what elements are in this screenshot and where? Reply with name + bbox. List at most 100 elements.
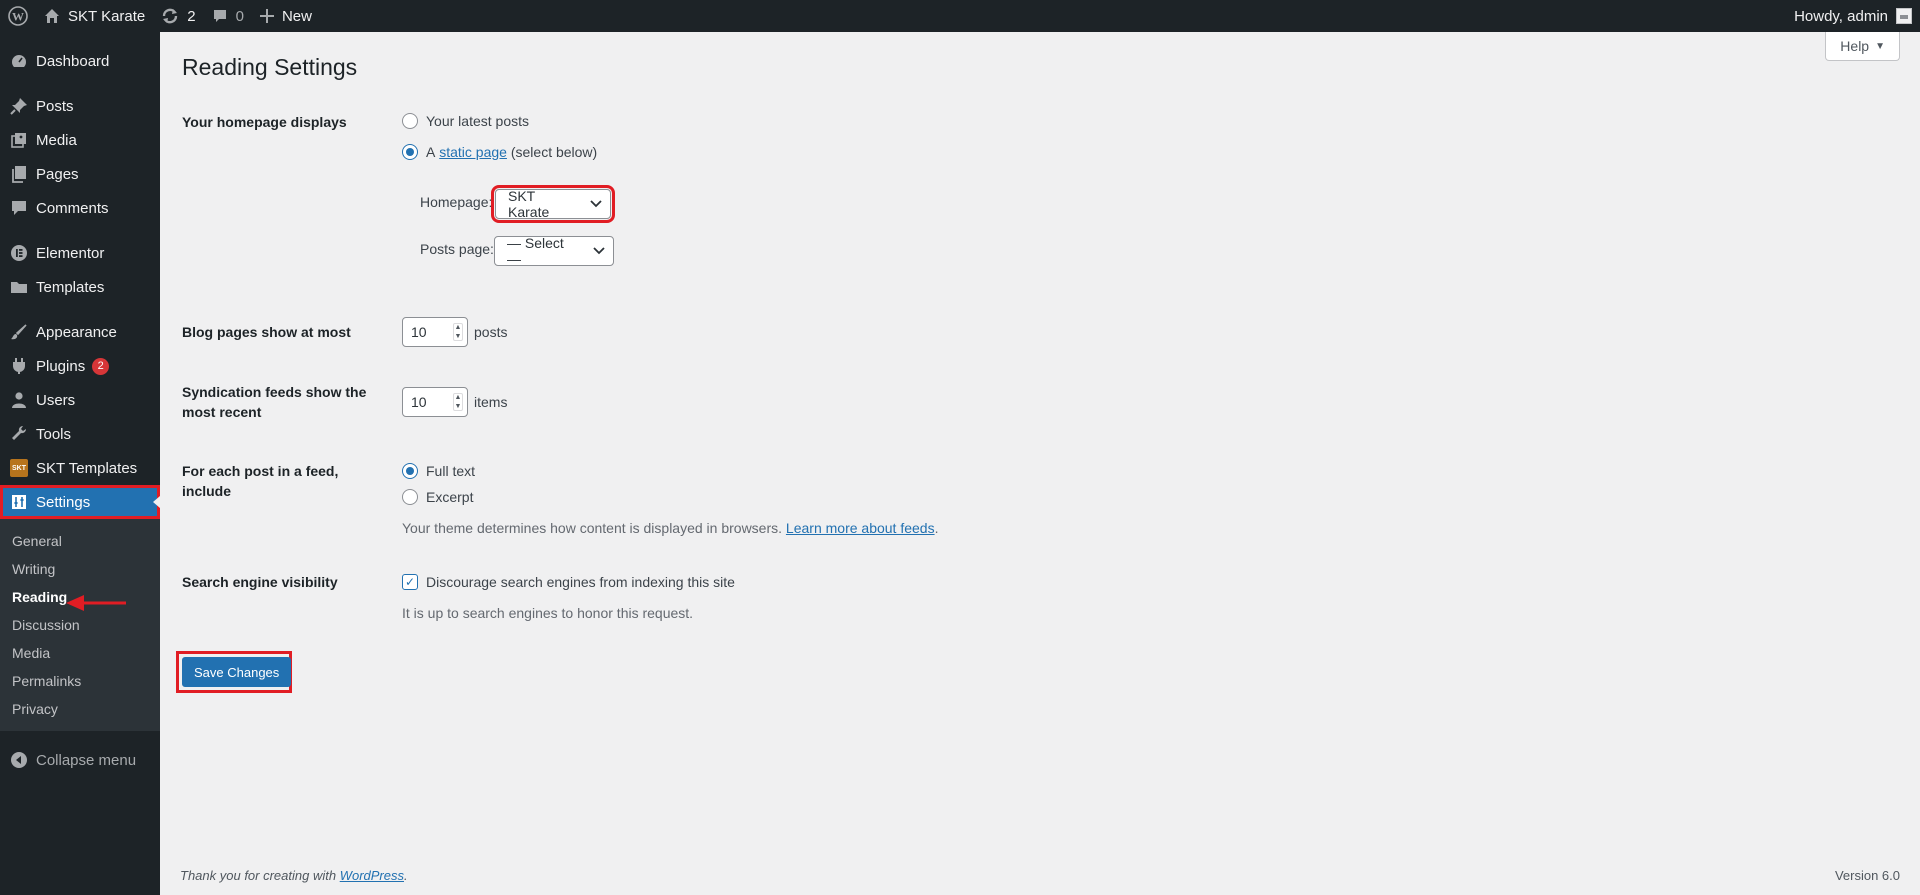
sidebar-item-posts[interactable]: Posts [0, 89, 160, 123]
footer-version: Version 6.0 [1834, 868, 1900, 883]
updates-count: 2 [187, 7, 196, 25]
submenu-writing[interactable]: Writing [0, 555, 160, 583]
option-static-page[interactable]: A static page (select below) [402, 144, 597, 160]
footer-thanks-text: Thank you for creating with [180, 868, 337, 883]
elementor-icon [9, 243, 29, 263]
homepage-select-label: Homepage: [420, 194, 493, 210]
radio-excerpt[interactable] [402, 489, 418, 505]
option-latest-posts-label: Your latest posts [426, 113, 529, 129]
sidebar-item-label: Templates [36, 278, 105, 296]
annotation-arrow [66, 595, 126, 611]
sidebar-item-label: Pages [36, 165, 79, 183]
sidebar-item-dashboard[interactable]: Dashboard [0, 44, 160, 78]
feed-description: Your theme determines how content is dis… [402, 520, 938, 536]
wrench-icon [9, 424, 29, 444]
sidebar-item-tools[interactable]: Tools [0, 417, 160, 451]
submenu-media[interactable]: Media [0, 639, 160, 667]
sidebar-item-users[interactable]: Users [0, 383, 160, 417]
dashboard-icon [9, 51, 29, 71]
chevron-down-icon [593, 247, 605, 255]
plugin-icon [9, 356, 29, 376]
user-icon [9, 390, 29, 410]
sidebar-item-elementor[interactable]: Elementor [0, 236, 160, 270]
settings-icon [9, 492, 29, 512]
spinner-icon[interactable]: ▲ ▼ [453, 323, 463, 341]
blog-pages-input[interactable]: 10 ▲ ▼ [402, 317, 468, 347]
sidebar-item-label: Settings [36, 493, 91, 511]
site-name: SKT Karate [68, 7, 146, 25]
submenu-general[interactable]: General [0, 527, 160, 555]
comment-icon [212, 8, 228, 24]
option-latest-posts[interactable]: Your latest posts [402, 113, 529, 129]
greeting: Howdy, admin [1794, 7, 1888, 25]
collapse-label: Collapse menu [36, 751, 137, 769]
sidebar-item-plugins[interactable]: Plugins 2 [0, 349, 160, 383]
submenu-permalinks[interactable]: Permalinks [0, 667, 160, 695]
sidebar-item-settings[interactable]: Settings [0, 485, 160, 519]
option-static-prefix: A [426, 144, 436, 160]
sidebar-item-label: Media [36, 131, 77, 149]
blog-pages-field: 10 ▲ ▼ posts [402, 317, 507, 347]
page-title: Reading Settings [182, 54, 358, 80]
sidebar-item-label: Tools [36, 425, 72, 443]
learn-more-feeds-link[interactable]: Learn more about feeds [786, 520, 935, 536]
sidebar-item-label: Users [36, 391, 76, 409]
new-label: New [281, 7, 312, 25]
sidebar-item-media[interactable]: Media [0, 123, 160, 157]
wordpress-link[interactable]: WordPress [340, 868, 404, 883]
sidebar-item-label: Plugins [36, 357, 86, 375]
static-page-link[interactable]: static page [439, 144, 507, 160]
updates-link[interactable]: 2 [153, 0, 203, 32]
submenu-discussion[interactable]: Discussion [0, 611, 160, 639]
discourage-search-checkbox[interactable]: ✓ [402, 574, 418, 590]
account-menu[interactable]: Howdy, admin [1786, 0, 1920, 32]
homepage-select[interactable]: SKT Karate [491, 185, 615, 223]
sidebar-item-comments[interactable]: Comments [0, 191, 160, 225]
sidebar-item-skt-templates[interactable]: SKT SKT Templates [0, 451, 160, 485]
option-excerpt-label: Excerpt [426, 489, 474, 505]
blog-pages-value: 10 [411, 324, 427, 340]
feed-description-text: Your theme determines how content is dis… [402, 520, 783, 536]
radio-static-page[interactable] [402, 144, 418, 160]
chevron-down-icon [590, 200, 602, 208]
option-excerpt[interactable]: Excerpt [402, 489, 473, 505]
sidebar-item-label: Dashboard [36, 52, 110, 70]
radio-latest-posts[interactable] [402, 113, 418, 129]
help-button[interactable]: Help ▼ [1825, 32, 1900, 61]
comments-count: 0 [235, 7, 244, 25]
sidebar-item-templates[interactable]: Templates [0, 270, 160, 304]
main-content: Help ▼ Reading Settings Your homepage di… [160, 32, 1920, 895]
blog-pages-unit: posts [474, 324, 508, 340]
comment-icon [9, 198, 29, 218]
sidebar-item-label: Comments [36, 199, 109, 217]
radio-full-text[interactable] [402, 463, 418, 479]
settings-submenu: General Writing Reading Discussion Media… [0, 519, 160, 731]
wordpress-logo-icon[interactable]: W [0, 0, 36, 32]
feed-description-end: . [934, 520, 939, 536]
syndication-value: 10 [411, 394, 427, 410]
option-full-text[interactable]: Full text [402, 463, 475, 479]
search-visibility-option[interactable]: ✓ Discourage search engines from indexin… [402, 574, 735, 590]
spinner-icon[interactable]: ▲ ▼ [453, 393, 463, 411]
save-changes-button[interactable]: Save Changes [182, 657, 292, 687]
help-label: Help [1840, 38, 1870, 54]
comments-link[interactable]: 0 [204, 0, 252, 32]
sidebar-item-label: Elementor [36, 244, 105, 262]
sidebar-item-pages[interactable]: Pages [0, 157, 160, 191]
sidebar-item-label: Posts [36, 97, 74, 115]
posts-page-select-value: — Select — [507, 235, 564, 267]
collapse-menu-button[interactable]: Collapse menu [0, 743, 160, 777]
site-name-link[interactable]: SKT Karate [36, 0, 153, 32]
search-visibility-label: Search engine visibility [182, 574, 338, 590]
admin-bar: W SKT Karate 2 0 New Howdy, admin [0, 0, 1920, 32]
posts-page-select-label: Posts page: [420, 241, 494, 257]
submenu-privacy[interactable]: Privacy [0, 695, 160, 723]
new-content-link[interactable]: New [252, 0, 320, 32]
posts-page-select[interactable]: — Select — [494, 235, 614, 267]
admin-sidebar: Dashboard Posts Media Pages Comments Ele… [0, 32, 160, 895]
caret-down-icon: ▼ [1875, 40, 1885, 52]
syndication-input[interactable]: 10 ▲ ▼ [402, 387, 468, 417]
collapse-arrow-icon [9, 750, 29, 770]
sidebar-item-appearance[interactable]: Appearance [0, 315, 160, 349]
search-visibility-description: It is up to search engines to honor this… [402, 605, 694, 621]
